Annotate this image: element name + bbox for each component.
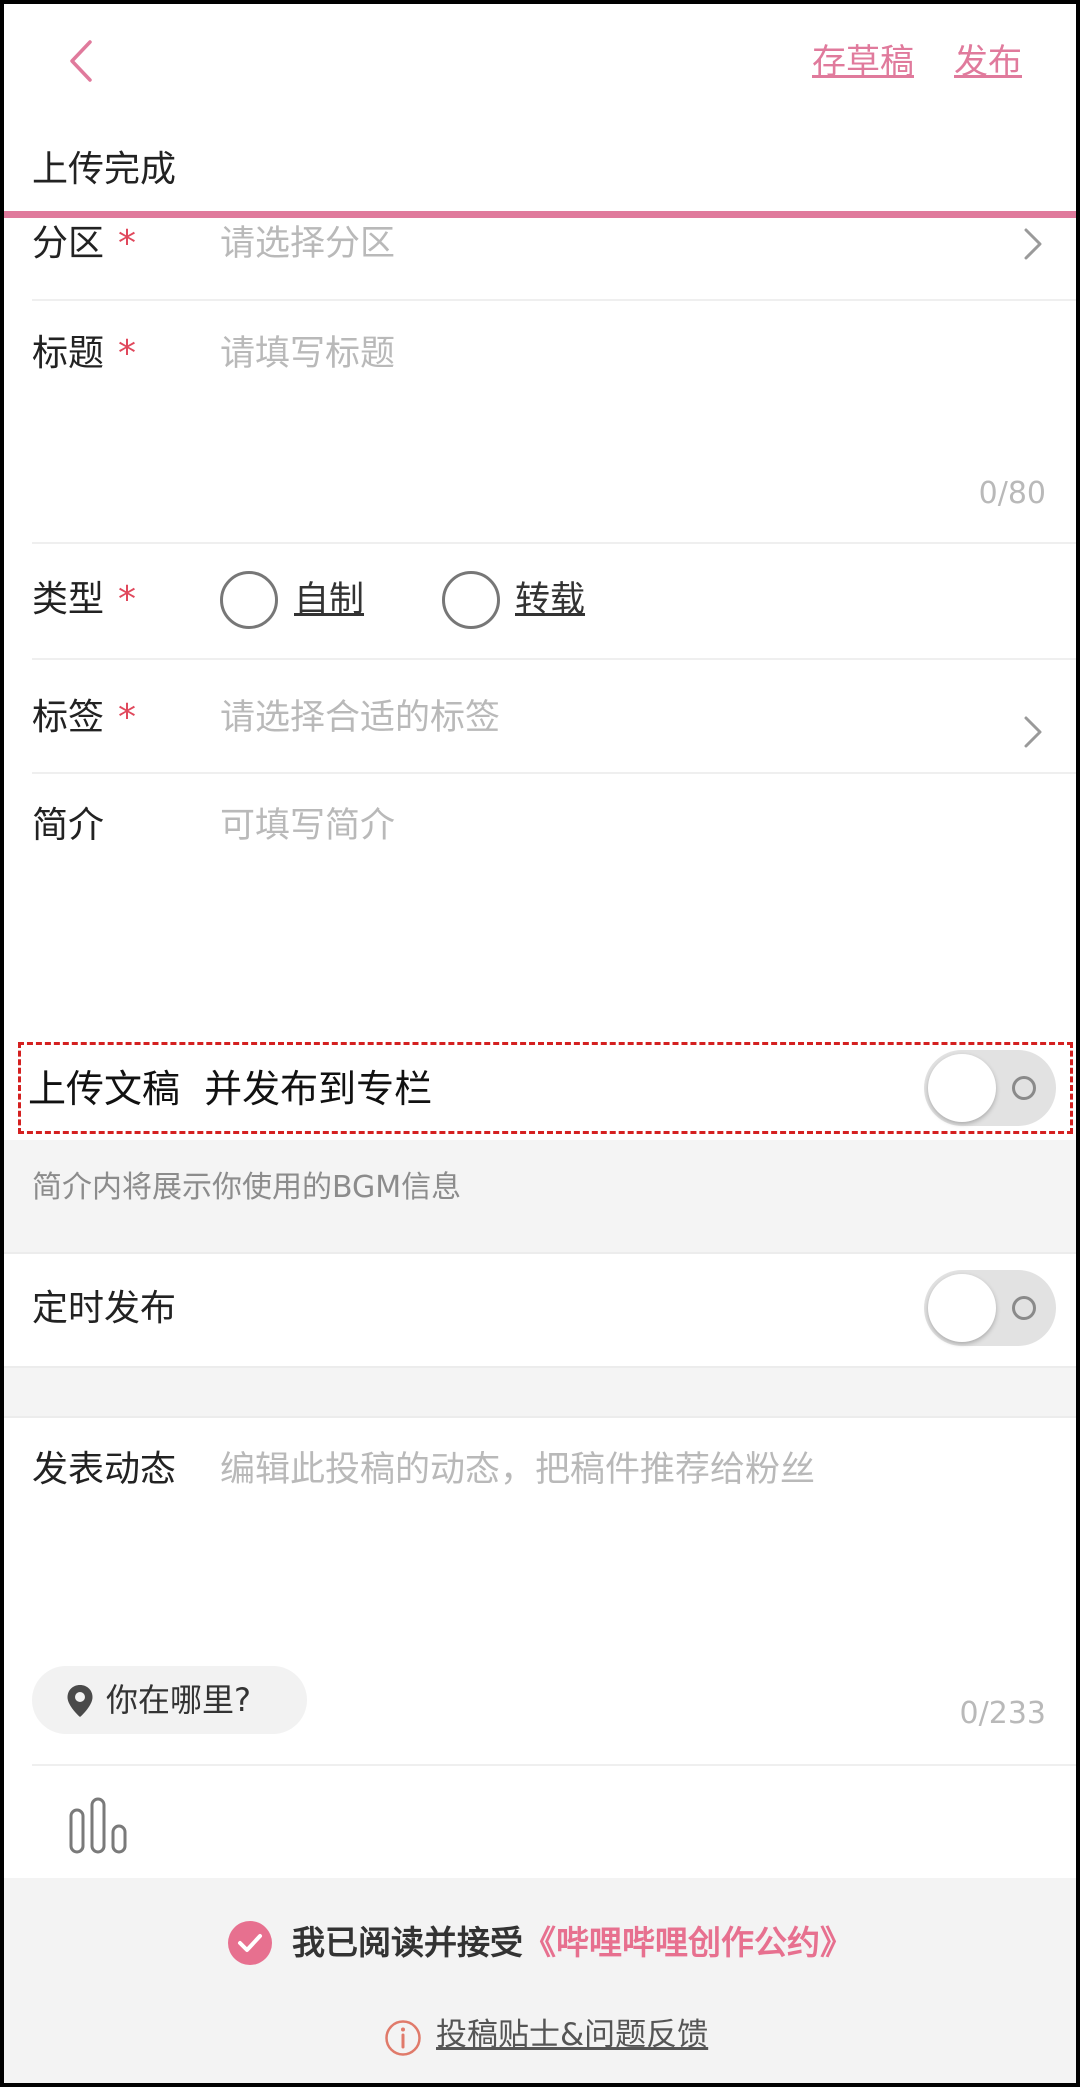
zone-select[interactable]: 请选择分区	[220, 220, 395, 268]
dynamic-char-counter: 0/233	[959, 1696, 1046, 1731]
title-field-label: 标题 *	[32, 333, 137, 374]
location-label: 你在哪里?	[106, 1681, 251, 1719]
type-original-radio[interactable]	[220, 571, 278, 629]
type-repost-radio[interactable]	[442, 571, 500, 629]
toggle-knob	[928, 1054, 996, 1122]
agreement-prefix: 我已阅读并接受	[292, 1923, 523, 1962]
divider	[32, 772, 1076, 774]
toggle-knob	[928, 1274, 996, 1342]
type-repost-label[interactable]: 转载	[515, 576, 585, 624]
tags-field-label: 标签 *	[32, 697, 137, 738]
bgm-note-text: 简介内将展示你使用的BGM信息	[32, 1170, 462, 1205]
schedule-label: 定时发布	[32, 1288, 177, 1329]
help-feedback-label: 投稿贴士&问题反馈	[436, 2017, 709, 2053]
divider	[32, 1764, 1076, 1766]
chevron-right-icon	[1024, 716, 1042, 748]
type-original-label[interactable]: 自制	[294, 576, 364, 624]
creation-convention-link[interactable]: 《哔哩哔哩创作公约》	[523, 1923, 853, 1962]
back-button[interactable]	[62, 36, 102, 86]
toggle-off-icon	[1012, 1076, 1036, 1100]
section-gap	[4, 1366, 1076, 1418]
column-publish-toggle[interactable]	[924, 1050, 1056, 1126]
divider	[32, 299, 1076, 301]
divider	[32, 658, 1076, 660]
upload-form-screen: 存草稿 发布 上传完成 分区 * 请选择分区 标题 * 请填写标题 0/80 类型 *…	[4, 4, 1076, 2083]
dynamic-input[interactable]: 编辑此投稿的动态，把稿件推荐给粉丝	[220, 1446, 815, 1494]
divider	[32, 542, 1076, 544]
type-field-label: 类型 *	[32, 579, 137, 620]
toggle-off-icon	[1012, 1296, 1036, 1320]
title-char-counter: 0/80	[978, 476, 1046, 511]
publish-button[interactable]: 发布	[954, 38, 1022, 86]
required-star: *	[118, 223, 137, 264]
dynamic-label: 发表动态	[32, 1449, 177, 1490]
save-draft-button[interactable]: 存草稿	[812, 38, 914, 86]
upload-progress-bar	[4, 211, 1076, 218]
check-icon	[238, 1934, 262, 1952]
tags-select[interactable]: 请选择合适的标签	[220, 694, 500, 742]
zone-field-label: 分区 *	[32, 223, 137, 264]
agreement-checkbox[interactable]	[228, 1921, 272, 1965]
required-star: *	[118, 579, 137, 620]
location-pin-icon	[67, 1685, 93, 1717]
sound-bars-icon[interactable]	[68, 1796, 128, 1856]
intro-input[interactable]: 可填写简介	[220, 802, 395, 850]
schedule-toggle[interactable]	[924, 1270, 1056, 1346]
chevron-right-icon	[1024, 228, 1042, 260]
required-star: *	[118, 333, 137, 374]
location-button[interactable]: 你在哪里?	[32, 1666, 307, 1734]
divider	[4, 1252, 1076, 1254]
title-input[interactable]: 请填写标题	[220, 330, 395, 378]
chevron-left-icon	[70, 40, 92, 82]
intro-field-label: 简介	[32, 805, 105, 846]
agreement-text: 我已阅读并接受《哔哩哔哩创作公约》	[292, 1919, 853, 1967]
column-publish-label: 上传文稿 并发布到专栏	[28, 1067, 433, 1111]
upload-status-text: 上传完成	[32, 149, 177, 190]
info-circle-icon	[385, 2020, 421, 2056]
required-star: *	[118, 697, 137, 738]
